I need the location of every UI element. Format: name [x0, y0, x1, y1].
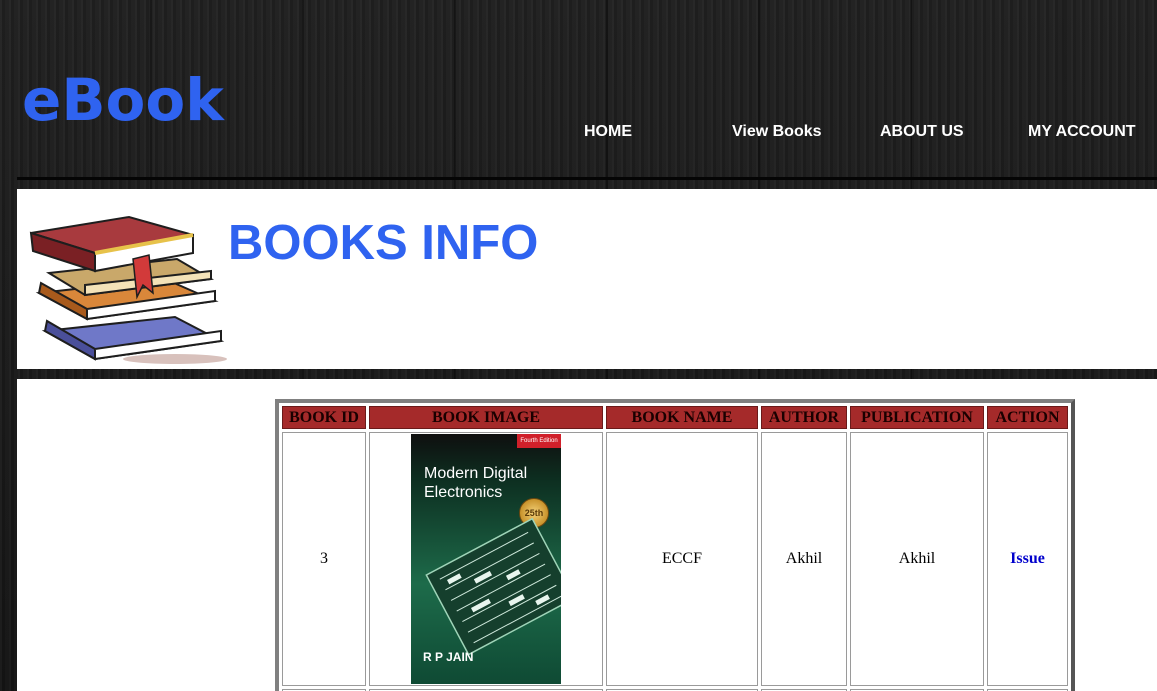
main-nav: HOME View Books ABOUT US MY ACCOUNT: [0, 122, 1157, 144]
issue-link[interactable]: Issue: [1010, 550, 1045, 567]
cell-book-image: Fourth Edition Modern Digital Electronic…: [369, 432, 603, 686]
col-header-book-name: BOOK NAME: [606, 406, 758, 429]
cover-author: R P JAIN: [423, 650, 474, 664]
cell-author: Akhil: [761, 432, 847, 686]
books-info-banner: BOOKS INFO: [17, 189, 1157, 369]
books-table-frame: BOOK ID BOOK IMAGE BOOK NAME AUTHOR PUBL…: [275, 399, 1075, 691]
header-divider: [17, 177, 1157, 180]
page-title: BOOKS INFO: [228, 216, 539, 270]
col-header-publication: PUBLICATION: [850, 406, 984, 429]
site-header: eBook HOME View Books ABOUT US MY ACCOUN…: [0, 0, 1157, 180]
col-header-author: AUTHOR: [761, 406, 847, 429]
nav-my-account-link[interactable]: MY ACCOUNT: [1028, 122, 1136, 142]
cell-action: Issue: [987, 432, 1068, 686]
nav-about-us-link[interactable]: ABOUT US: [880, 122, 964, 142]
book-stack-icon: [29, 215, 227, 364]
cover-edition-badge: Fourth Edition: [517, 434, 561, 448]
col-header-book-id: BOOK ID: [282, 406, 366, 429]
cell-book-name: ECCF: [606, 432, 758, 686]
circuit-board-icon: [425, 517, 561, 656]
cell-book-id: 3: [282, 432, 366, 686]
nav-home-link[interactable]: HOME: [584, 122, 632, 142]
book-cover-image: Fourth Edition Modern Digital Electronic…: [411, 434, 561, 684]
table-header-row: BOOK ID BOOK IMAGE BOOK NAME AUTHOR PUBL…: [282, 406, 1068, 429]
table-row: 3 Fourth Edition Modern Digital Electron…: [282, 432, 1068, 686]
books-table: BOOK ID BOOK IMAGE BOOK NAME AUTHOR PUBL…: [279, 403, 1071, 691]
cell-publication: Akhil: [850, 432, 984, 686]
nav-view-books-link[interactable]: View Books: [732, 122, 822, 142]
cover-title: Modern Digital Electronics: [424, 465, 528, 501]
col-header-action: ACTION: [987, 406, 1068, 429]
col-header-book-image: BOOK IMAGE: [369, 406, 603, 429]
main-content: BOOK ID BOOK IMAGE BOOK NAME AUTHOR PUBL…: [17, 379, 1157, 691]
